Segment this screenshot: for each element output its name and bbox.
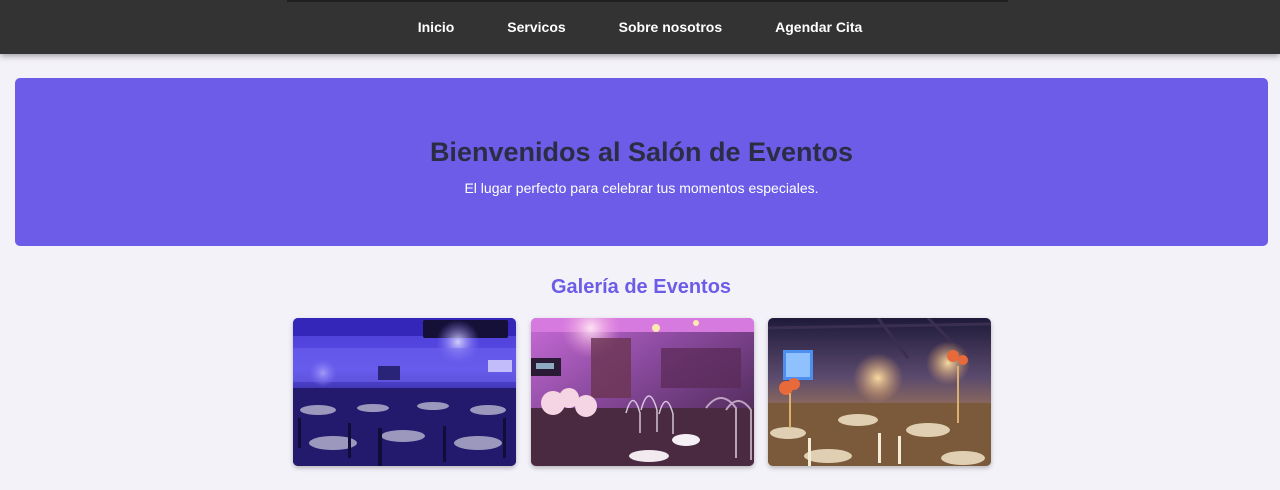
nav-link-inicio[interactable]: Inicio — [418, 19, 455, 35]
hero-subtitle: El lugar perfecto para celebrar tus mome… — [464, 180, 819, 196]
banquet-hall-blue-image — [293, 318, 516, 466]
nav-link-sobre-nosotros[interactable]: Sobre nosotros — [619, 19, 722, 35]
table-setting-pink-image — [530, 318, 754, 466]
top-navbar: Inicio Servicos Sobre nosotros Agendar C… — [0, 0, 1280, 54]
event-photo-3[interactable] — [768, 318, 991, 466]
hero-banner: Bienvenidos al Salón de Eventos El lugar… — [15, 78, 1268, 246]
gallery-title: Galería de Eventos — [550, 276, 732, 298]
event-photo-1[interactable] — [293, 318, 516, 466]
hero-title: Bienvenidos al Salón de Eventos — [429, 137, 854, 167]
event-gallery — [293, 318, 991, 466]
banquet-hall-gold-image — [768, 318, 991, 466]
nav-link-servicos[interactable]: Servicos — [507, 19, 565, 35]
nav-link-agendar-cita[interactable]: Agendar Cita — [775, 19, 862, 35]
nav-menu: Inicio Servicos Sobre nosotros Agendar C… — [0, 0, 1280, 54]
event-photo-2[interactable] — [530, 318, 754, 466]
